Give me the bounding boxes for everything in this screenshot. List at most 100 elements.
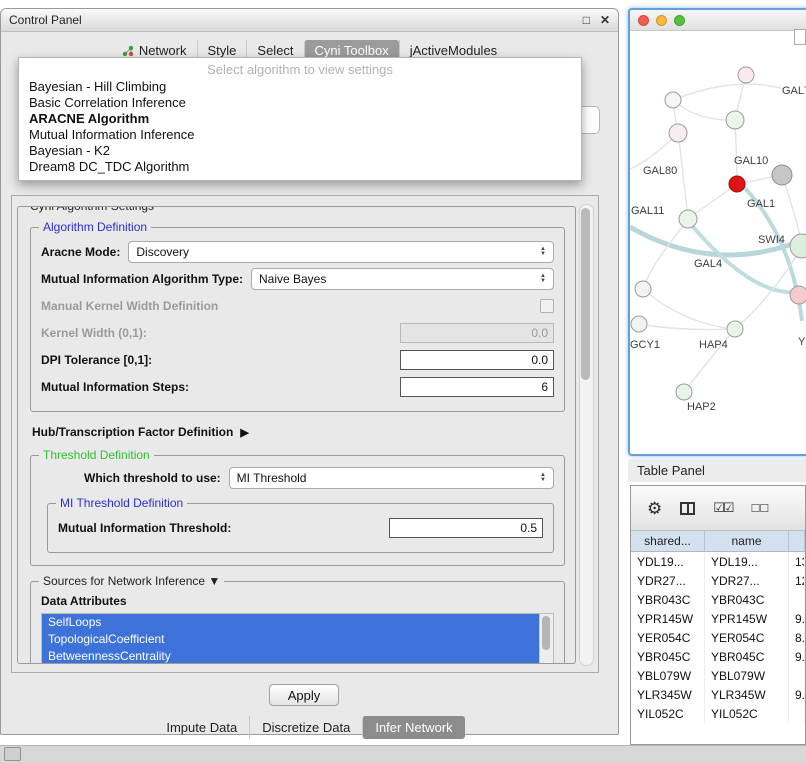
network-edge[interactable] (643, 289, 735, 329)
mi-threshold-input[interactable]: 0.5 (389, 518, 543, 538)
network-node[interactable] (727, 321, 743, 337)
network-edge[interactable] (643, 219, 688, 289)
float-window-icon[interactable]: □ (583, 13, 590, 27)
column-header[interactable]: name (705, 531, 789, 551)
algorithm-option[interactable]: ARACNE Algorithm (19, 111, 581, 127)
select-unchecked-icon[interactable]: ☐☐ (751, 502, 769, 515)
table-body: YDL19...YDL19...13YDR27...YDR27...12YBR0… (631, 552, 805, 723)
settings-vertical-scrollbar[interactable] (579, 204, 594, 666)
aracne-mode-label: Aracne Mode: (41, 245, 120, 259)
table-cell: YBR045C (631, 647, 705, 666)
table-row[interactable]: YBR045CYBR045C9. (631, 647, 805, 666)
network-node[interactable] (726, 111, 744, 129)
network-node[interactable] (790, 234, 806, 258)
scrollbar-thumb[interactable] (581, 208, 590, 380)
network-node[interactable] (679, 210, 697, 228)
network-node[interactable] (772, 165, 792, 185)
network-node[interactable] (669, 124, 687, 142)
tab-select-label: Select (257, 43, 293, 58)
mi-steps-input[interactable]: 6 (400, 377, 554, 397)
table-row[interactable]: YLR345WYLR345W9. (631, 685, 805, 704)
node-label: GAL80 (643, 165, 677, 177)
data-attributes-list[interactable]: SelfLoopsTopologicalCoefficientBetweenne… (41, 613, 554, 664)
table-row[interactable]: YIL052CYIL052C (631, 704, 805, 723)
aracne-mode-select[interactable]: Discovery ▲▼ (128, 241, 554, 263)
table-row[interactable]: YBR043CYBR043C (631, 590, 805, 609)
network-edge[interactable] (735, 120, 737, 184)
node-label: SWI4 (758, 234, 785, 246)
tab-cyni-toolbox-label: Cyni Toolbox (315, 43, 389, 58)
apply-button[interactable]: Apply (269, 684, 339, 706)
table-row[interactable]: YDR27...YDR27...12 (631, 571, 805, 590)
table-row[interactable]: YDL19...YDL19...13 (631, 552, 805, 571)
network-edge[interactable] (673, 84, 784, 100)
panel-icon[interactable] (4, 747, 21, 761)
network-node[interactable] (665, 92, 681, 108)
algorithm-dropdown-placeholder: Select algorithm to view settings (19, 61, 581, 79)
network-node[interactable] (729, 176, 745, 192)
window-title: Control Panel (9, 13, 82, 27)
network-node[interactable] (790, 286, 806, 304)
network-canvas[interactable]: GAL80GAL10GAL7GAL11GAL1SWI4GAL4GCY1HAP4H… (630, 31, 806, 455)
table-cell: 13 (789, 552, 805, 571)
algorithm-option[interactable]: Bayesian - Hill Climbing (19, 79, 581, 95)
node-label: GAL4 (694, 258, 722, 270)
dpi-tolerance-input[interactable]: 0.0 (400, 350, 554, 370)
network-edge[interactable] (678, 133, 688, 219)
attribute-item[interactable]: TopologicalCoefficient (42, 631, 539, 648)
zoom-button[interactable] (674, 15, 685, 26)
network-node[interactable] (738, 67, 754, 83)
close-button[interactable] (638, 15, 649, 26)
attribute-item[interactable]: BetweennessCentrality (42, 648, 539, 664)
table-cell (789, 666, 805, 685)
algorithm-option[interactable]: Dream8 DC_TDC Algorithm (19, 159, 581, 175)
hub-definition-toggle[interactable]: Hub/Transcription Factor Definition ▶ (32, 425, 575, 439)
chevron-down-icon: ▼ (208, 574, 220, 588)
table-cell: 12 (789, 571, 805, 590)
tab-impute-data[interactable]: Impute Data (154, 716, 249, 739)
tab-discretize-data[interactable]: Discretize Data (249, 716, 362, 739)
network-node[interactable] (631, 316, 647, 332)
network-scrollbar-corner[interactable] (794, 29, 806, 45)
network-node[interactable] (676, 384, 692, 400)
algorithm-option[interactable]: Bayesian - K2 (19, 143, 581, 159)
attribute-item[interactable]: SelfLoops (42, 614, 539, 631)
node-label: GCY1 (630, 339, 660, 351)
kernel-width-label: Kernel Width (0,1): (41, 326, 147, 340)
table-row[interactable]: YER054CYER054C8. (631, 628, 805, 647)
attributes-vertical-scrollbar[interactable] (539, 614, 553, 664)
mi-type-select[interactable]: Naive Bayes ▲▼ (251, 268, 554, 290)
node-label: HAP4 (699, 339, 728, 351)
mi-type-value: Naive Bayes (259, 272, 326, 286)
algorithm-option[interactable]: Mutual Information Inference (19, 127, 581, 143)
network-edge[interactable] (673, 100, 735, 120)
table-cell: YIL052C (705, 704, 789, 723)
manual-kernel-checkbox[interactable] (540, 299, 554, 313)
table-row[interactable]: YPR145WYPR145W9. (631, 609, 805, 628)
chevron-right-icon: ▶ (240, 426, 248, 439)
algorithm-option[interactable]: Basic Correlation Inference (19, 95, 581, 111)
column-header[interactable] (789, 531, 805, 551)
algorithm-dropdown-popup: Select algorithm to view settings Bayesi… (18, 57, 582, 181)
table-header-row: shared...name (631, 531, 805, 552)
table-cell: 8. (789, 628, 805, 647)
mi-threshold-definition-group: MI Threshold Definition Mutual Informati… (47, 503, 554, 553)
status-bar (0, 745, 806, 763)
columns-icon[interactable] (680, 502, 695, 515)
select-checked-icon[interactable]: ☑☑ (713, 500, 732, 516)
close-window-icon[interactable]: ✕ (600, 13, 610, 27)
node-label: GAL10 (734, 155, 768, 167)
tab-infer-network[interactable]: Infer Network (362, 716, 464, 739)
table-panel-title: Table Panel (637, 463, 705, 478)
which-threshold-select[interactable]: MI Threshold ▲▼ (229, 467, 554, 489)
scrollbar-thumb[interactable] (542, 616, 550, 650)
table-row[interactable]: YBL079WYBL079W (631, 666, 805, 685)
minimize-button[interactable] (656, 15, 667, 26)
aracne-mode-value: Discovery (136, 245, 189, 259)
sources-group-title[interactable]: Sources for Network Inference ▼ (39, 574, 224, 588)
gear-icon[interactable]: ⚙ (647, 500, 662, 517)
node-label: HAP2 (687, 401, 716, 413)
column-header[interactable]: shared... (631, 531, 705, 551)
network-node[interactable] (635, 281, 651, 297)
which-threshold-label: Which threshold to use: (84, 471, 221, 485)
